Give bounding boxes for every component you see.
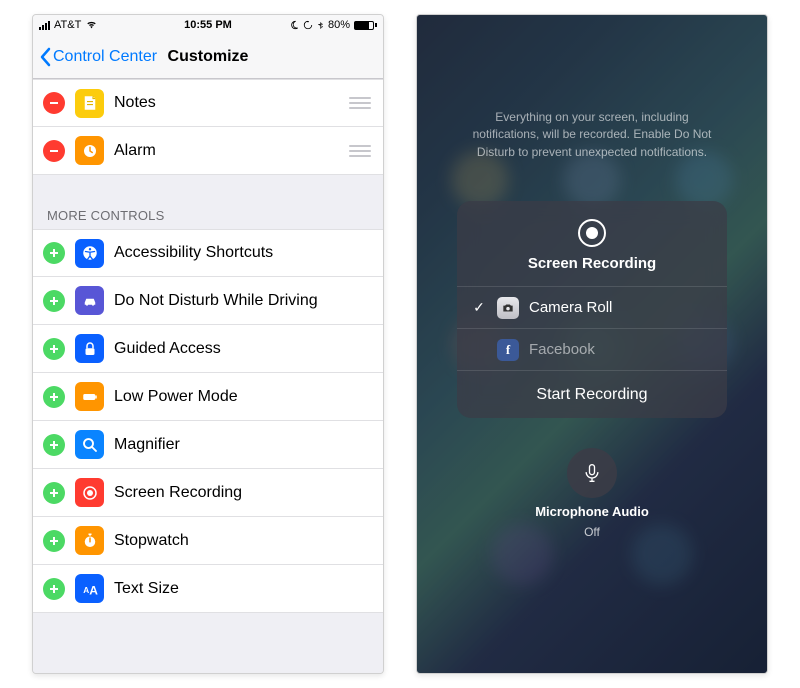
clock-icon — [75, 136, 104, 165]
control-row-mag: Magnifier — [33, 421, 383, 469]
add-button[interactable] — [43, 386, 65, 408]
control-label: Accessibility Shortcuts — [114, 244, 371, 262]
signal-icon — [39, 21, 50, 30]
control-row-text: AA Text Size — [33, 565, 383, 613]
facebook-icon: f — [497, 339, 519, 361]
camera-icon — [497, 297, 519, 319]
textsize-icon: AA — [75, 574, 104, 603]
control-label: Text Size — [114, 580, 371, 598]
control-label: Screen Recording — [114, 484, 371, 502]
drag-handle-icon[interactable] — [349, 145, 371, 157]
add-button[interactable] — [43, 530, 65, 552]
control-row-rec: Screen Recording — [33, 469, 383, 517]
recording-title: Screen Recording — [528, 255, 656, 272]
status-bar: AT&T 10:55 PM 80% — [33, 15, 383, 35]
svg-text:A: A — [89, 583, 98, 597]
mic-label: Microphone Audio — [535, 504, 649, 519]
mic-state: Off — [584, 525, 600, 539]
add-button[interactable] — [43, 290, 65, 312]
add-button[interactable] — [43, 338, 65, 360]
control-row-acc: Accessibility Shortcuts — [33, 229, 383, 277]
bluetooth-icon — [317, 20, 324, 31]
lock-icon — [303, 20, 313, 30]
recording-card: Screen Recording ✓ Camera Roll f Facebook S… — [457, 201, 727, 418]
moon-icon — [289, 20, 299, 30]
control-label: Stopwatch — [114, 532, 371, 550]
microphone-icon — [582, 461, 602, 485]
section-header-more: MORE CONTROLS — [33, 185, 383, 229]
svg-text:A: A — [83, 585, 89, 594]
add-button[interactable] — [43, 434, 65, 456]
control-label: Low Power Mode — [114, 388, 371, 406]
controls-list[interactable]: Notes Alarm MORE CONTROLS Accessibility S… — [33, 79, 383, 673]
control-label: Do Not Disturb While Driving — [114, 292, 371, 310]
stopwatch-icon — [75, 526, 104, 555]
control-label: Magnifier — [114, 436, 371, 454]
page-title: Customize — [33, 48, 383, 66]
nav-bar: Control Center Customize — [33, 35, 383, 79]
remove-button[interactable] — [43, 92, 65, 114]
mic-section: Microphone Audio Off — [535, 448, 649, 539]
control-row-lpm: Low Power Mode — [33, 373, 383, 421]
control-row-dnd: Do Not Disturb While Driving — [33, 277, 383, 325]
destination-option-fb[interactable]: f Facebook — [457, 328, 727, 370]
carrier-label: AT&T — [54, 19, 81, 31]
start-recording-button[interactable]: Start Recording — [457, 370, 727, 418]
control-label: Notes — [114, 94, 339, 112]
battery-label: 80% — [328, 19, 350, 31]
add-button[interactable] — [43, 578, 65, 600]
destination-label: Facebook — [529, 341, 595, 358]
accessibility-icon — [75, 239, 104, 268]
hint-text: Everything on your screen, including not… — [462, 109, 722, 161]
battery-icon — [354, 21, 377, 30]
control-row-alarm: Alarm — [33, 127, 383, 175]
drag-handle-icon[interactable] — [349, 97, 371, 109]
checkmark-icon: ✓ — [471, 299, 487, 316]
car-icon — [75, 286, 104, 315]
settings-screen: AT&T 10:55 PM 80% Control Center Customi… — [32, 14, 384, 674]
lock-icon — [75, 334, 104, 363]
remove-button[interactable] — [43, 140, 65, 162]
note-icon — [75, 89, 104, 118]
wifi-icon — [85, 20, 98, 30]
mic-toggle-button[interactable] — [567, 448, 617, 498]
destination-option-camroll[interactable]: ✓ Camera Roll — [457, 286, 727, 328]
add-button[interactable] — [43, 242, 65, 264]
record-icon — [75, 478, 104, 507]
screen-recording-panel: Everything on your screen, including not… — [416, 14, 768, 674]
control-row-notes: Notes — [33, 79, 383, 127]
control-label: Alarm — [114, 142, 339, 160]
control-row-sw: Stopwatch — [33, 517, 383, 565]
control-row-guided: Guided Access — [33, 325, 383, 373]
battery-icon — [75, 382, 104, 411]
record-icon — [578, 219, 606, 247]
search-icon — [75, 430, 104, 459]
add-button[interactable] — [43, 482, 65, 504]
destination-label: Camera Roll — [529, 299, 612, 316]
control-label: Guided Access — [114, 340, 371, 358]
